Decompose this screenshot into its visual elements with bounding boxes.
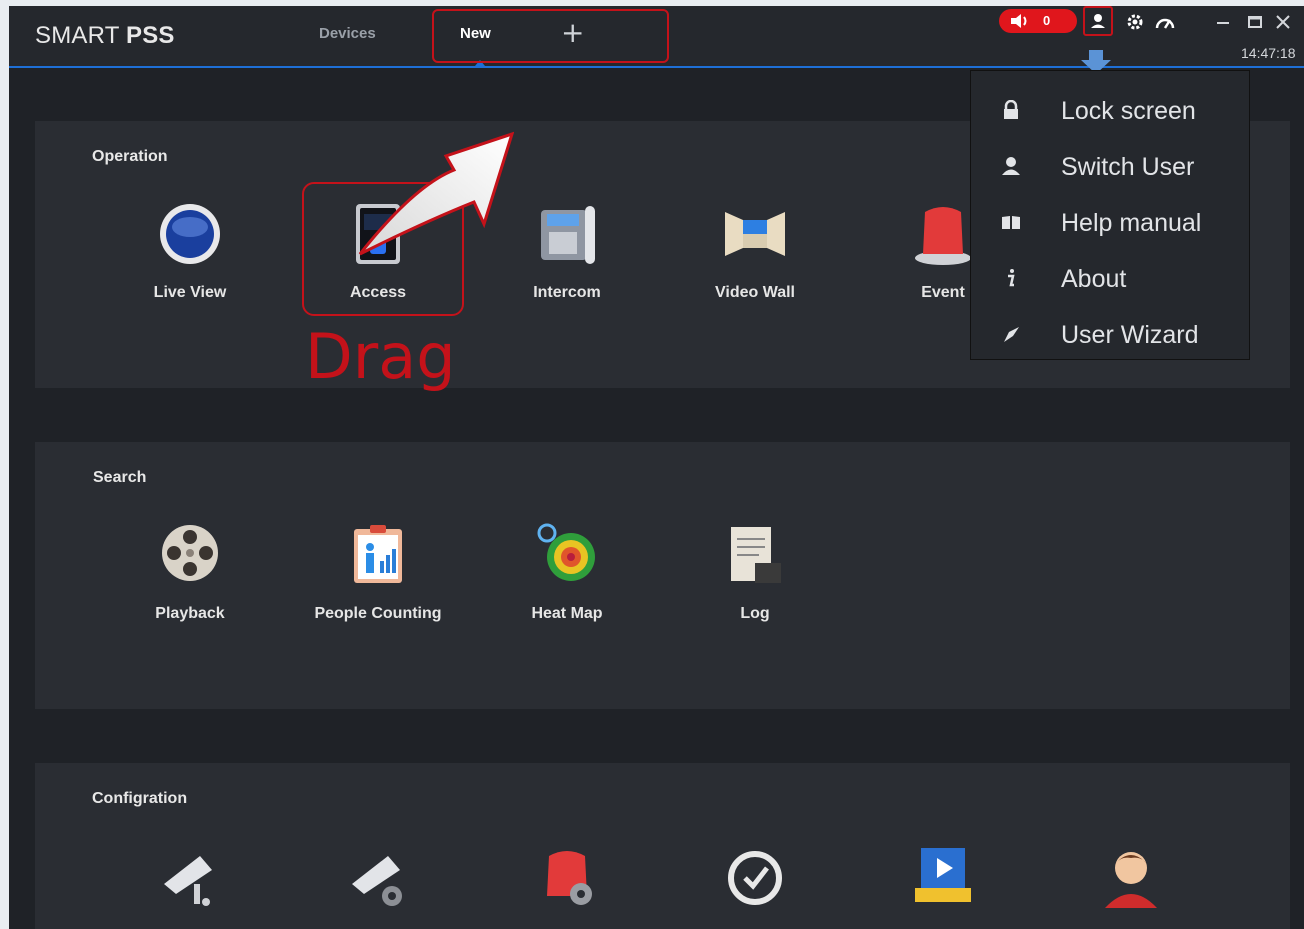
video-storage-icon (915, 848, 971, 902)
people-counting-chart-icon (354, 525, 402, 583)
log-calendar-icon (731, 527, 781, 583)
menu-item-user-wizard[interactable]: User Wizard (971, 309, 1251, 359)
book-icon (1002, 216, 1020, 229)
section-title-search: Search (93, 469, 147, 486)
clock-sync-icon (728, 851, 782, 905)
menu-label: Help manual (1061, 209, 1202, 237)
menu-label: Lock screen (1061, 97, 1196, 125)
module-log[interactable]: Log (670, 523, 840, 633)
app-logo: SMART PSS (35, 22, 175, 49)
film-reel-icon (162, 525, 218, 581)
drag-annotation: Drag (305, 320, 456, 393)
module-user-management[interactable] (1046, 844, 1216, 929)
module-label: Heat Map (531, 605, 603, 622)
video-wall-icon (725, 212, 785, 256)
live-view-icon (160, 204, 220, 264)
module-live-view[interactable]: Live View (105, 202, 275, 312)
menu-label: User Wizard (1061, 321, 1199, 349)
module-label: Intercom (533, 284, 601, 301)
module-label: People Counting (314, 605, 442, 622)
intercom-phone-icon (541, 206, 595, 264)
user-avatar-icon (1105, 852, 1157, 908)
close-icon[interactable] (1275, 12, 1291, 32)
user-dropdown-menu: Lock screen Switch User Help manual Abou… (970, 70, 1250, 360)
module-video-wall[interactable]: Video Wall (670, 202, 840, 312)
alarm-gear-icon (547, 851, 592, 905)
menu-label: Switch User (1061, 153, 1195, 181)
smart-pss-window: SMART PSS Devices New + 0 14:47:18 Opera… (9, 6, 1304, 929)
alarm-count: 0 (1043, 13, 1051, 28)
module-label: Playback (155, 605, 225, 622)
module-device-config[interactable] (105, 844, 275, 929)
menu-item-lock-screen[interactable]: Lock screen (971, 85, 1251, 135)
menu-label: About (1061, 265, 1127, 293)
maximize-icon[interactable] (1247, 12, 1263, 32)
user-menu-button[interactable] (1083, 6, 1113, 36)
module-playback[interactable]: Playback (105, 523, 275, 633)
module-label: Log (740, 605, 770, 622)
module-camera-settings[interactable] (293, 844, 463, 929)
section-title-operation: Operation (92, 148, 168, 165)
module-event-config[interactable] (482, 844, 652, 929)
event-alarm-light-icon (915, 207, 971, 265)
drag-arrow-icon (358, 131, 514, 256)
module-heat-map[interactable]: Heat Map (482, 523, 652, 633)
menu-item-about[interactable]: About (971, 253, 1251, 303)
module-people-counting[interactable]: People Counting (293, 523, 463, 633)
performance-gauge-icon[interactable] (1154, 12, 1176, 32)
section-title-configuration: Configration (92, 790, 188, 807)
camera-gear-icon (352, 856, 402, 906)
user-icon (1091, 14, 1105, 28)
module-time-sync[interactable] (670, 844, 840, 929)
tab-highlight-box (432, 9, 669, 63)
menu-item-switch-user[interactable]: Switch User (971, 141, 1251, 191)
minimize-icon[interactable] (1216, 12, 1230, 32)
compass-wizard-icon (1004, 327, 1019, 342)
speaker-icon (1011, 14, 1027, 28)
menu-item-help-manual[interactable]: Help manual (971, 197, 1251, 247)
module-label: Live View (153, 284, 227, 301)
heat-map-icon (537, 523, 595, 581)
user-icon (1002, 157, 1020, 175)
tab-devices[interactable]: Devices (319, 25, 376, 42)
settings-gear-icon[interactable] (1125, 12, 1145, 32)
module-label: Video Wall (714, 284, 795, 301)
camera-icon (164, 856, 212, 906)
info-icon (1008, 269, 1015, 287)
module-video-storage[interactable] (858, 844, 1028, 929)
clock: 14:47:18 (1241, 45, 1296, 61)
lock-icon (1004, 100, 1018, 119)
